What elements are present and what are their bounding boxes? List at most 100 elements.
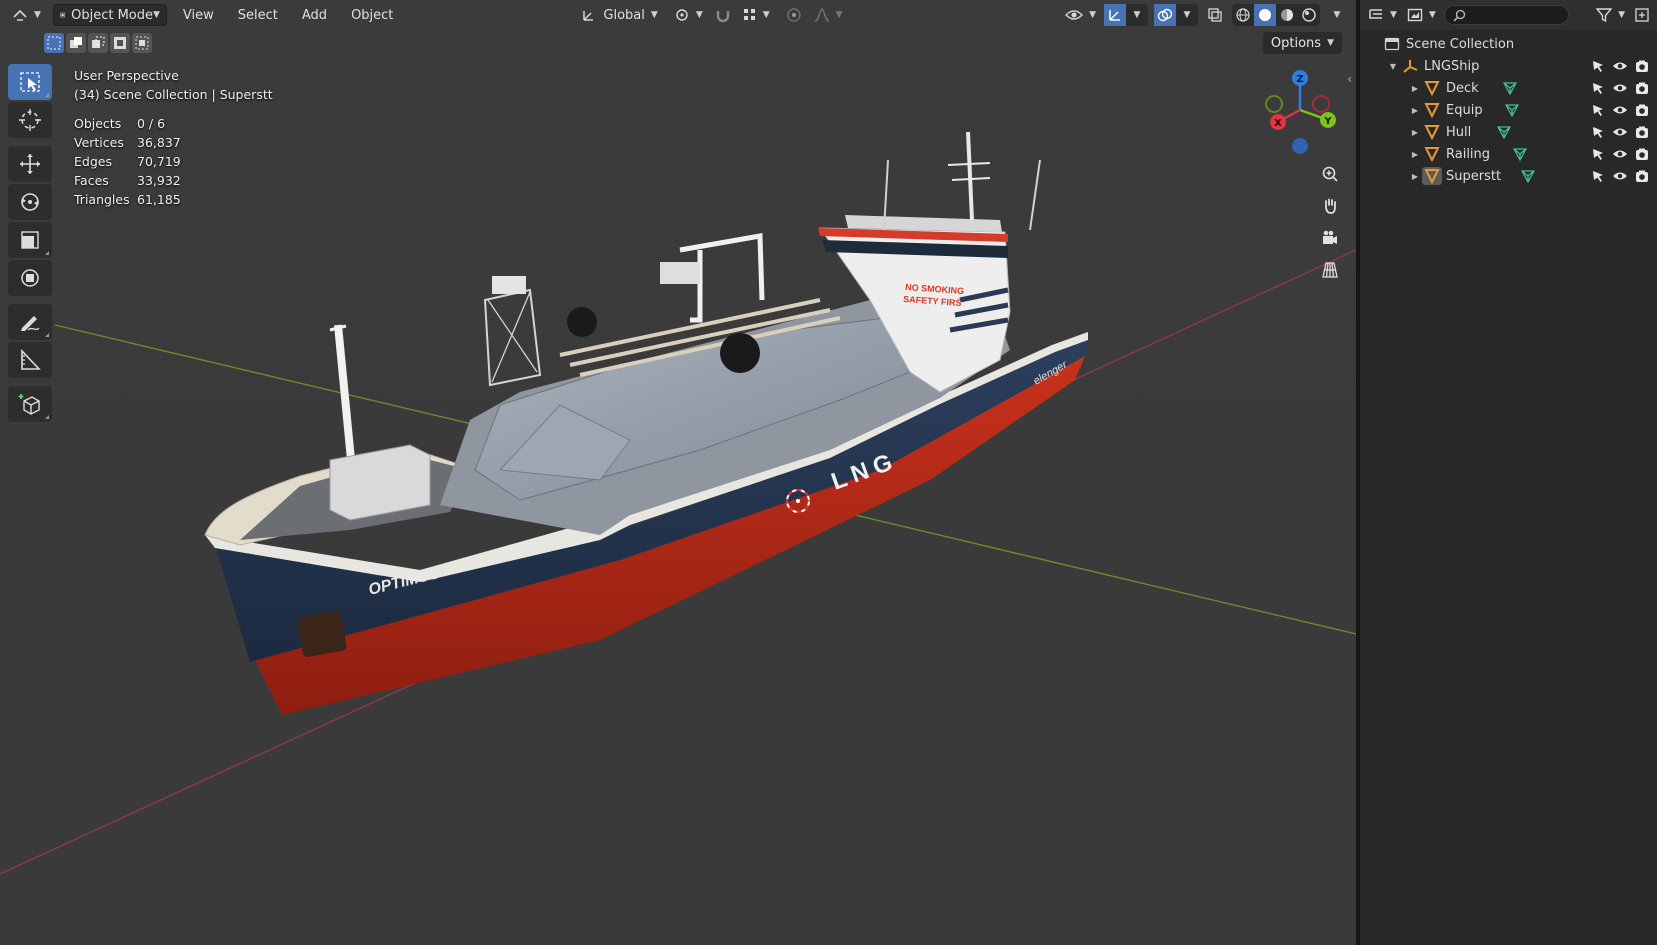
filter-dropdown[interactable]: ▼ <box>1594 4 1627 26</box>
mode-dropdown[interactable]: Object Mode ▼ <box>52 4 167 26</box>
gizmo-neg-y[interactable] <box>1265 95 1283 113</box>
select-arrow-icon[interactable] <box>1589 102 1607 118</box>
orientation-dropdown[interactable]: Global ▼ <box>575 4 663 26</box>
select-arrow-icon[interactable] <box>1589 168 1607 184</box>
eye-icon[interactable] <box>1611 102 1629 118</box>
tree-row-equip[interactable]: ▶ Equip <box>1360 99 1657 121</box>
select-intersect-button[interactable] <box>132 33 152 53</box>
menu-object[interactable]: Object <box>345 4 399 26</box>
outliner-search-input[interactable] <box>1443 5 1569 25</box>
outliner-editor-type[interactable]: ▼ <box>1366 4 1399 26</box>
tool-add-cube[interactable] <box>8 386 52 422</box>
mesh-data-icon[interactable] <box>1502 80 1518 96</box>
expand-arrow-icon[interactable]: ▶ <box>1408 84 1422 93</box>
mesh-data-icon[interactable] <box>1504 102 1520 118</box>
shading-rendered-button[interactable] <box>1298 4 1320 26</box>
camera-render-icon[interactable] <box>1633 124 1651 140</box>
tool-scale[interactable] <box>8 222 52 258</box>
camera-render-icon[interactable] <box>1633 58 1651 74</box>
visibility-dropdown[interactable]: ▼ <box>1063 4 1098 26</box>
shading-solid-button[interactable] <box>1254 4 1276 26</box>
editor-type-button[interactable]: ▼ <box>6 4 47 26</box>
menu-select[interactable]: Select <box>232 4 284 26</box>
zoom-button[interactable] <box>1316 160 1344 188</box>
expand-arrow-icon[interactable]: ▶ <box>1408 172 1422 181</box>
row-toggles <box>1589 124 1651 140</box>
shading-wireframe-button[interactable] <box>1232 4 1254 26</box>
select-arrow-icon[interactable] <box>1589 146 1607 162</box>
camera-view-button[interactable] <box>1316 224 1344 252</box>
select-extend-button[interactable] <box>66 33 86 53</box>
tree-row-hull[interactable]: ▶ Hull <box>1360 121 1657 143</box>
tree-row-deck[interactable]: ▶ Deck <box>1360 77 1657 99</box>
pan-button[interactable] <box>1316 192 1344 220</box>
expand-arrow-icon[interactable]: ▶ <box>1408 128 1422 137</box>
xray-toggle[interactable] <box>1204 4 1226 26</box>
tool-move[interactable] <box>8 146 52 182</box>
shading-material-button[interactable] <box>1276 4 1298 26</box>
view-name: User Perspective <box>74 68 179 83</box>
overlay-dropdown[interactable]: ▼ <box>1176 4 1198 26</box>
select-invert-button[interactable] <box>110 33 130 53</box>
tool-transform[interactable] <box>8 260 52 296</box>
camera-render-icon[interactable] <box>1633 80 1651 96</box>
display-mode-dropdown[interactable]: ▼ <box>1405 4 1438 26</box>
tool-annotate[interactable] <box>8 304 52 340</box>
snap-toggle[interactable] <box>709 4 737 26</box>
eye-icon[interactable] <box>1611 168 1629 184</box>
snap-target-dropdown[interactable]: ▼ <box>737 4 776 26</box>
select-new-icon <box>47 36 61 50</box>
select-arrow-icon[interactable] <box>1589 124 1607 140</box>
menu-view[interactable]: View <box>177 4 220 26</box>
row-toggles <box>1589 58 1651 74</box>
camera-render-icon[interactable] <box>1633 168 1651 184</box>
gizmo-dropdown[interactable]: ▼ <box>1126 4 1148 26</box>
mesh-data-icon[interactable] <box>1496 124 1512 140</box>
new-collection-button[interactable] <box>1633 4 1651 26</box>
eye-icon[interactable] <box>1611 58 1629 74</box>
gizmo-neg-x[interactable] <box>1312 95 1330 113</box>
mesh-object-icon <box>1422 123 1442 141</box>
falloff-dropdown[interactable]: ▼ <box>808 4 849 26</box>
proportional-edit-toggle[interactable] <box>780 4 808 26</box>
gizmo-toggle[interactable] <box>1104 4 1126 26</box>
tree-row-superstt[interactable]: ▶ Superstt <box>1360 165 1657 187</box>
options-dropdown[interactable]: Options ▼ <box>1262 32 1342 54</box>
tree-row-lngship[interactable]: ▼ LNGShip <box>1360 55 1657 77</box>
stat-faces: Faces 33,932 <box>74 173 181 188</box>
select-new-button[interactable] <box>44 33 64 53</box>
perspective-toggle-button[interactable] <box>1316 256 1344 284</box>
stat-triangles: Triangles 61,185 <box>74 192 181 207</box>
select-intersect-icon <box>135 36 149 50</box>
3d-viewport[interactable]: OPTIMUS LNG NO SMOKING SAFETY FIRS eleng… <box>0 0 1356 945</box>
eye-icon[interactable] <box>1611 80 1629 96</box>
select-subtract-button[interactable] <box>88 33 108 53</box>
select-arrow-icon[interactable] <box>1589 58 1607 74</box>
navigation-gizmo[interactable]: Z Y X <box>1250 62 1350 162</box>
expand-arrow-icon[interactable]: ▼ <box>1386 62 1400 71</box>
tool-select-box[interactable] <box>8 64 52 100</box>
pivot-point-dropdown[interactable]: ▼ <box>668 4 709 26</box>
expand-arrow-icon[interactable]: ▶ <box>1408 150 1422 159</box>
eye-icon[interactable] <box>1611 146 1629 162</box>
outliner-header: ▼ ▼ ▼ <box>1360 0 1657 30</box>
mesh-data-icon[interactable] <box>1520 168 1536 184</box>
transform-icon <box>21 269 39 287</box>
mesh-data-icon[interactable] <box>1512 146 1528 162</box>
overlay-toggle[interactable] <box>1154 4 1176 26</box>
menu-add[interactable]: Add <box>296 4 333 26</box>
camera-render-icon[interactable] <box>1633 146 1651 162</box>
eye-icon[interactable] <box>1611 124 1629 140</box>
gizmo-neg-z[interactable] <box>1292 138 1308 154</box>
chevron-down-icon: ▼ <box>1333 10 1341 20</box>
select-arrow-icon[interactable] <box>1589 80 1607 96</box>
tree-row-railing[interactable]: ▶ Railing <box>1360 143 1657 165</box>
tool-rotate[interactable] <box>8 184 52 220</box>
tool-measure[interactable] <box>8 342 52 378</box>
tool-cursor[interactable] <box>8 102 52 138</box>
tree-row-scene-collection[interactable]: Scene Collection <box>1360 33 1657 55</box>
expand-arrow-icon[interactable]: ▶ <box>1408 106 1422 115</box>
camera-render-icon[interactable] <box>1633 102 1651 118</box>
shading-dropdown[interactable]: ▼ <box>1326 4 1348 26</box>
solid-sphere-icon <box>1259 9 1271 21</box>
